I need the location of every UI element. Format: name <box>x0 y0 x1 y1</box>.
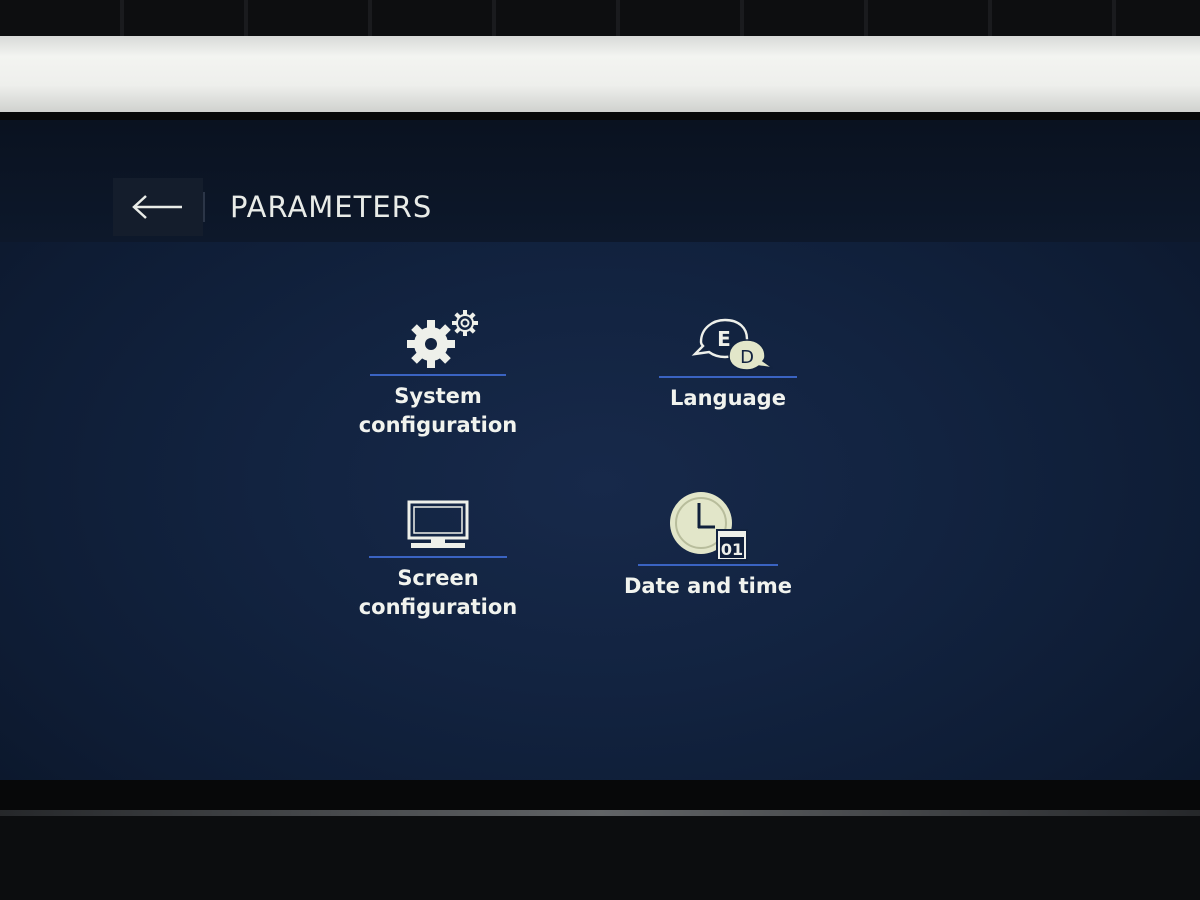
page-title: PARAMETERS <box>230 190 433 224</box>
car-dashboard-scene: PARAMETERS System configuration E D Lang… <box>0 0 1200 900</box>
gears-icon <box>358 306 518 372</box>
system-configuration-label: System configuration <box>358 384 518 437</box>
back-button[interactable] <box>113 178 203 236</box>
date-and-time-button[interactable]: 01 Date and time <box>620 490 796 601</box>
calendar-day-text: 01 <box>721 540 743 559</box>
arrow-left-icon <box>130 194 186 220</box>
speech-bubbles-icon: E D <box>648 316 808 374</box>
menu-underline <box>659 376 797 378</box>
infotainment-screen: PARAMETERS System configuration E D Lang… <box>0 120 1200 780</box>
air-vent <box>0 0 1200 40</box>
dashboard-trim <box>0 36 1200 118</box>
language-button[interactable]: E D Language <box>648 316 808 413</box>
dashboard-lower <box>0 816 1200 900</box>
clock-calendar-icon: 01 <box>620 490 796 562</box>
menu-underline <box>370 374 506 376</box>
monitor-icon <box>358 498 518 554</box>
screen-configuration-button[interactable]: Screen configuration <box>358 498 518 622</box>
header-divider <box>203 192 205 222</box>
language-label: Language <box>670 386 786 410</box>
language-icon-letter-d: D <box>740 347 754 368</box>
date-and-time-label: Date and time <box>623 574 793 598</box>
menu-underline <box>369 556 507 558</box>
system-configuration-button[interactable]: System configuration <box>358 306 518 440</box>
screen-configuration-label: Screen configuration <box>358 566 518 619</box>
menu-underline <box>638 564 778 566</box>
language-icon-letter-e: E <box>717 327 731 351</box>
